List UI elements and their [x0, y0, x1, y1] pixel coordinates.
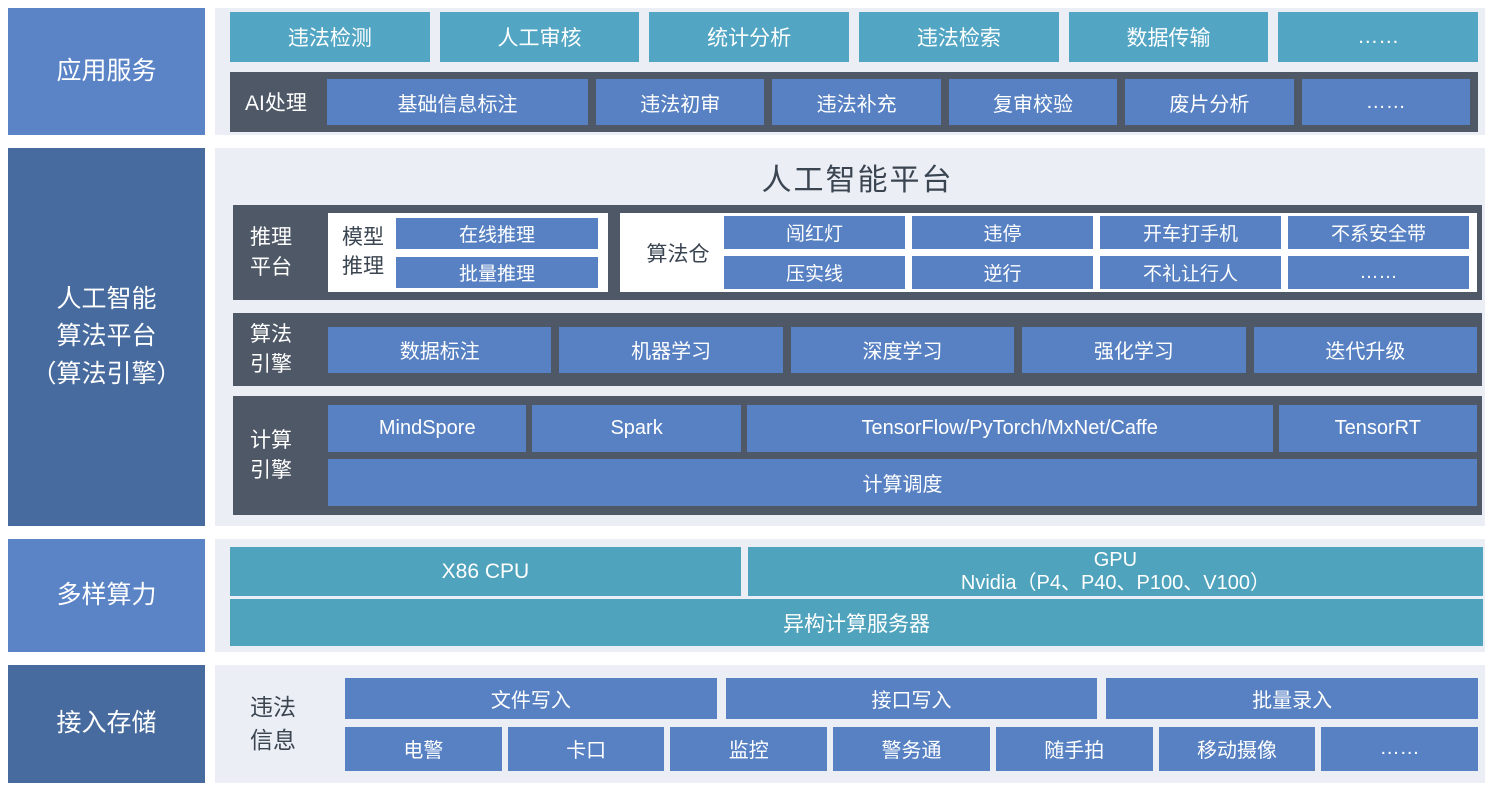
- framework-block: Spark: [532, 405, 740, 452]
- compute-engine-bar: 计算 引擎 MindSpore Spark TensorFlow/PyTorch…: [233, 396, 1482, 515]
- storage-content: 违法 信息 文件写入 接口写入 批量录入 电警 卡口 监控 警务通 随手拍 移动…: [215, 665, 1485, 783]
- algorithm-block-ellipsis: ……: [1288, 256, 1469, 289]
- engine-block: 迭代升级: [1254, 327, 1477, 373]
- section-storage: 接入存储 违法 信息 文件写入 接口写入 批量录入 电警 卡口 监控 警务通 随…: [8, 665, 1485, 783]
- data-source-block: 随手拍: [996, 727, 1153, 771]
- violation-info-label: 违法 信息: [250, 691, 345, 758]
- app-service-block: 违法检测: [230, 12, 430, 62]
- app-services-button-row: 违法检测 人工审核 统计分析 违法检索 数据传输 ……: [230, 12, 1478, 62]
- algorithm-block: 不礼让行人: [1100, 256, 1281, 289]
- app-service-block: 数据传输: [1069, 12, 1269, 62]
- ai-platform-title: 人工智能平台: [233, 148, 1482, 205]
- app-services-content: 违法检测 人工审核 统计分析 违法检索 数据传输 …… AI处理 基础信息标注 …: [215, 8, 1485, 135]
- write-methods-row: 文件写入 接口写入 批量录入: [345, 678, 1478, 719]
- engine-block: 深度学习: [791, 327, 1014, 373]
- model-inference-label: 模型 推理: [342, 224, 384, 281]
- inference-platform-bar: 推理 平台 模型 推理 在线推理 批量推理 算法仓 闯红灯 违停 开车打手机 不…: [233, 205, 1482, 300]
- ai-processing-bar: AI处理 基础信息标注 违法初审 违法补充 复审校验 废片分析 ……: [230, 72, 1478, 132]
- compute-engine-buttons: MindSpore Spark TensorFlow/PyTorch/MxNet…: [328, 405, 1477, 506]
- section-label-ai-platform: 人工智能 算法平台 （算法引擎）: [8, 148, 205, 526]
- ai-processing-block: 基础信息标注: [327, 79, 588, 125]
- section-app-services: 应用服务 违法检测 人工审核 统计分析 违法检索 数据传输 …… AI处理 基础…: [8, 8, 1485, 135]
- algorithm-engine-label: 算法 引擎: [250, 320, 328, 379]
- data-source-block: 卡口: [508, 727, 665, 771]
- ai-processing-block: 违法初审: [596, 79, 764, 125]
- inference-block: 批量推理: [396, 257, 598, 288]
- write-method-block: 文件写入: [345, 678, 717, 719]
- framework-block: MindSpore: [328, 405, 526, 452]
- ai-processing-block: 违法补充: [772, 79, 940, 125]
- inference-block: 在线推理: [396, 218, 598, 249]
- data-source-block: 移动摄像: [1159, 727, 1316, 771]
- framework-block: TensorFlow/PyTorch/MxNet/Caffe: [747, 405, 1273, 452]
- algorithm-block: 不系安全带: [1288, 216, 1469, 249]
- algorithm-warehouse-label: 算法仓: [632, 238, 724, 268]
- algorithm-engine-bar: 算法 引擎 数据标注 机器学习 深度学习 强化学习 迭代升级: [233, 313, 1482, 386]
- data-source-block-ellipsis: ……: [1321, 727, 1478, 771]
- gpu-block: GPU Nvidia（P4、P40、P100、V100）: [748, 547, 1483, 596]
- ai-processing-label: AI处理: [245, 87, 319, 117]
- inference-platform-label: 推理 平台: [250, 223, 328, 282]
- data-source-block: 监控: [670, 727, 827, 771]
- processor-row: X86 CPU GPU Nvidia（P4、P40、P100、V100）: [230, 547, 1483, 596]
- model-inference-buttons: 在线推理 批量推理: [396, 218, 598, 288]
- data-source-block: 警务通: [833, 727, 990, 771]
- algorithm-block: 闯红灯: [724, 216, 905, 249]
- section-label-storage: 接入存储: [8, 665, 205, 783]
- hetero-server-block: 异构计算服务器: [230, 599, 1483, 646]
- write-method-block: 批量录入: [1106, 678, 1478, 719]
- app-service-block: 人工审核: [440, 12, 640, 62]
- app-service-block-ellipsis: ……: [1278, 12, 1478, 62]
- computing-power-content: X86 CPU GPU Nvidia（P4、P40、P100、V100） 异构计…: [215, 539, 1485, 652]
- architecture-diagram: 应用服务 违法检测 人工审核 统计分析 违法检索 数据传输 …… AI处理 基础…: [0, 0, 1499, 785]
- engine-block: 数据标注: [328, 327, 551, 373]
- write-method-block: 接口写入: [726, 678, 1098, 719]
- data-source-block: 电警: [345, 727, 502, 771]
- compute-engine-label: 计算 引擎: [250, 426, 328, 485]
- section-label-computing-power: 多样算力: [8, 539, 205, 652]
- cpu-block: X86 CPU: [230, 547, 741, 596]
- algorithm-block: 违停: [912, 216, 1093, 249]
- framework-block: TensorRT: [1279, 405, 1477, 452]
- model-inference-box: 模型 推理 在线推理 批量推理: [328, 213, 608, 292]
- compute-frameworks-row: MindSpore Spark TensorFlow/PyTorch/MxNet…: [328, 405, 1477, 452]
- ai-platform-content: 人工智能平台 推理 平台 模型 推理 在线推理 批量推理 算法仓 闯红灯 违停 …: [215, 148, 1485, 526]
- section-computing-power: 多样算力 X86 CPU GPU Nvidia（P4、P40、P100、V100…: [8, 539, 1485, 652]
- algorithm-warehouse-box: 算法仓 闯红灯 违停 开车打手机 不系安全带 压实线 逆行 不礼让行人 ……: [620, 213, 1477, 292]
- section-label-app-services: 应用服务: [8, 8, 205, 135]
- algorithm-warehouse-grid: 闯红灯 违停 开车打手机 不系安全带 压实线 逆行 不礼让行人 ……: [724, 216, 1469, 289]
- algorithm-block: 开车打手机: [1100, 216, 1281, 249]
- ai-processing-block-ellipsis: ……: [1302, 79, 1470, 125]
- data-sources-row: 电警 卡口 监控 警务通 随手拍 移动摄像 ……: [345, 727, 1478, 771]
- ai-processing-block: 废片分析: [1125, 79, 1293, 125]
- algorithm-block: 压实线: [724, 256, 905, 289]
- engine-block: 强化学习: [1022, 327, 1245, 373]
- app-service-block: 违法检索: [859, 12, 1059, 62]
- storage-rows: 文件写入 接口写入 批量录入 电警 卡口 监控 警务通 随手拍 移动摄像 ……: [345, 678, 1478, 771]
- compute-scheduler-block: 计算调度: [328, 459, 1477, 506]
- ai-processing-block: 复审校验: [949, 79, 1117, 125]
- section-ai-platform: 人工智能 算法平台 （算法引擎） 人工智能平台 推理 平台 模型 推理 在线推理…: [8, 148, 1485, 526]
- engine-block: 机器学习: [559, 327, 782, 373]
- algorithm-block: 逆行: [912, 256, 1093, 289]
- algorithm-engine-buttons: 数据标注 机器学习 深度学习 强化学习 迭代升级: [328, 327, 1477, 373]
- app-service-block: 统计分析: [649, 12, 849, 62]
